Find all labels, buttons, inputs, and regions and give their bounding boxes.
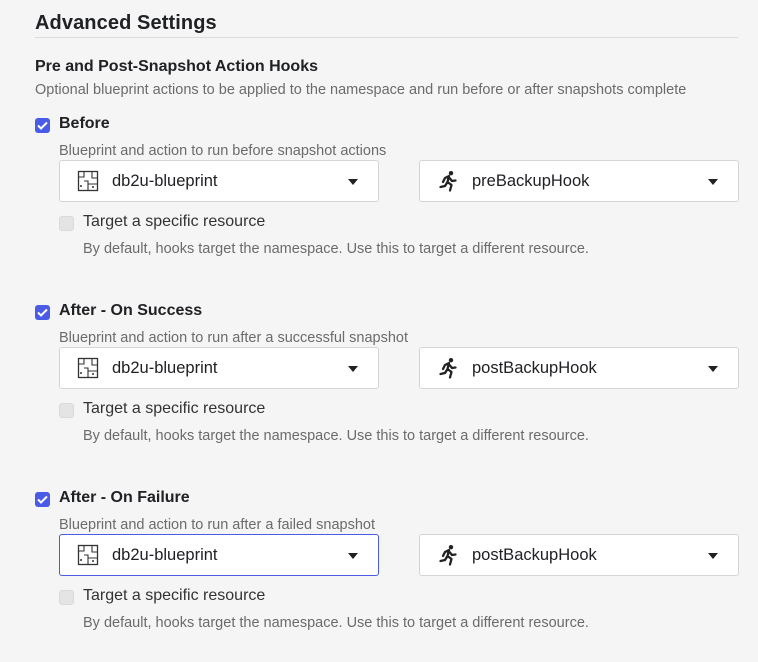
after-failure-action-select[interactable]: postBackupHook	[419, 534, 739, 576]
before-description: Blueprint and action to run before snaps…	[59, 143, 387, 159]
after-success-target-description: By default, hooks target the namespace. …	[83, 428, 589, 444]
caret-down-icon	[348, 366, 358, 372]
after-success-label: After - On Success	[59, 302, 203, 319]
after-success-checkbox[interactable]	[35, 305, 50, 320]
after-failure-blueprint-value: db2u-blueprint	[112, 546, 218, 564]
caret-down-icon	[708, 553, 718, 559]
after-failure-target-label: Target a specific resource	[83, 587, 266, 604]
running-person-icon	[439, 358, 457, 379]
before-label: Before	[59, 115, 110, 132]
after-failure-action-value: postBackupHook	[472, 546, 597, 564]
section-title: Pre and Post-Snapshot Action Hooks	[35, 58, 318, 75]
before-action-select[interactable]: preBackupHook	[419, 160, 739, 202]
running-person-icon	[439, 545, 457, 566]
checkmark-icon	[37, 495, 48, 504]
before-blueprint-value: db2u-blueprint	[112, 172, 218, 190]
page-title: Advanced Settings	[35, 12, 217, 34]
blueprint-icon	[77, 544, 99, 566]
blueprint-icon	[77, 170, 99, 192]
after-failure-target-description: By default, hooks target the namespace. …	[83, 615, 589, 631]
after-success-description: Blueprint and action to run after a succ…	[59, 330, 409, 346]
before-target-label: Target a specific resource	[83, 213, 266, 230]
title-divider	[35, 37, 738, 38]
after-failure-blueprint-select[interactable]: db2u-blueprint	[59, 534, 379, 576]
hook-after-failure: After - On Failure Blueprint and action …	[0, 489, 758, 652]
caret-down-icon	[348, 553, 358, 559]
running-person-icon	[439, 171, 457, 192]
before-blueprint-select[interactable]: db2u-blueprint	[59, 160, 379, 202]
caret-down-icon	[348, 179, 358, 185]
checkmark-icon	[37, 121, 48, 130]
after-failure-target-checkbox[interactable]	[59, 590, 74, 605]
hook-after-success: After - On Success Blueprint and action …	[0, 302, 758, 465]
after-success-action-select[interactable]: postBackupHook	[419, 347, 739, 389]
before-target-checkbox[interactable]	[59, 216, 74, 231]
before-checkbox[interactable]	[35, 118, 50, 133]
hook-before: Before Blueprint and action to run befor…	[0, 115, 758, 278]
after-success-blueprint-select[interactable]: db2u-blueprint	[59, 347, 379, 389]
after-failure-label: After - On Failure	[59, 489, 190, 506]
before-target-description: By default, hooks target the namespace. …	[83, 241, 589, 257]
caret-down-icon	[708, 179, 718, 185]
after-failure-checkbox[interactable]	[35, 492, 50, 507]
checkmark-icon	[37, 308, 48, 317]
after-success-blueprint-value: db2u-blueprint	[112, 359, 218, 377]
caret-down-icon	[708, 366, 718, 372]
before-action-value: preBackupHook	[472, 172, 590, 190]
blueprint-icon	[77, 357, 99, 379]
after-success-target-label: Target a specific resource	[83, 400, 266, 417]
after-success-target-checkbox[interactable]	[59, 403, 74, 418]
after-success-action-value: postBackupHook	[472, 359, 597, 377]
after-failure-description: Blueprint and action to run after a fail…	[59, 517, 375, 533]
section-description: Optional blueprint actions to be applied…	[35, 82, 687, 98]
